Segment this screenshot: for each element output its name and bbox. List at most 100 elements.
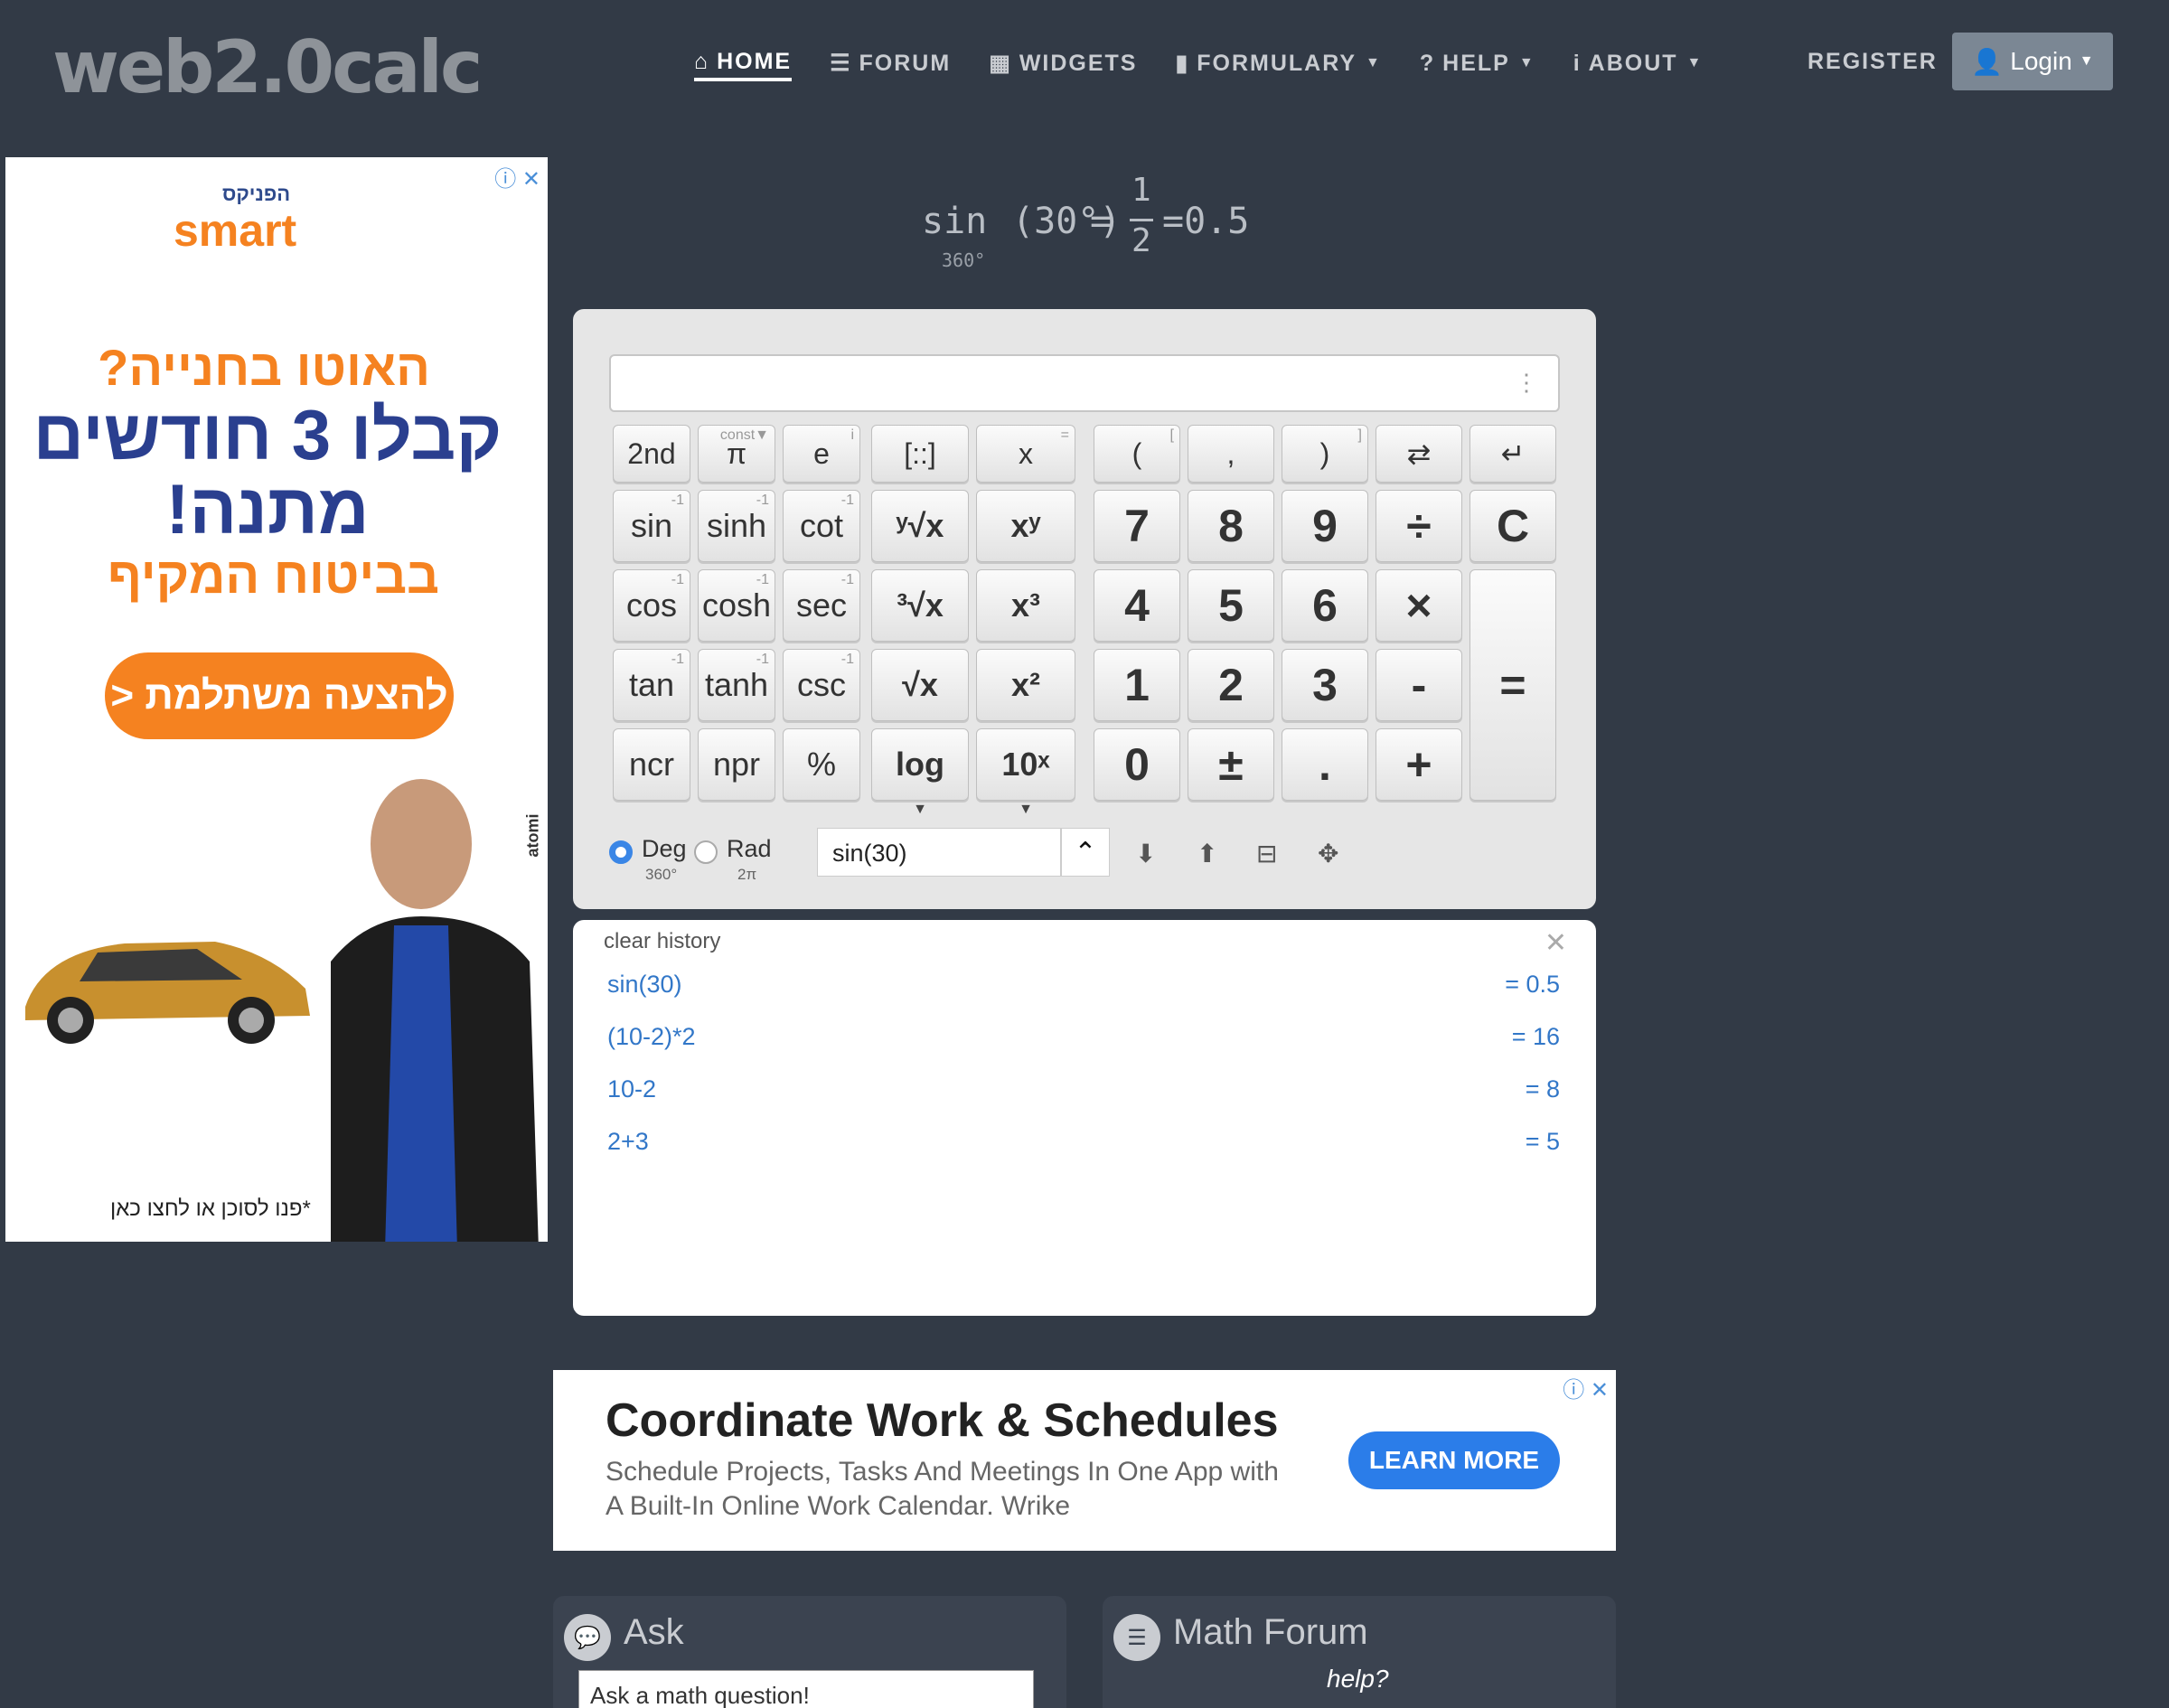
history-expression[interactable]: 10-2 (607, 1075, 656, 1103)
ad-close-icon[interactable]: ⓘ ✕ (1563, 1372, 1609, 1403)
ad-headline-1: האוטו בחנייה? (98, 339, 430, 396)
key-1[interactable]: 1 (1094, 649, 1180, 721)
history-expression[interactable]: 2+3 (607, 1128, 649, 1156)
key-label: log (896, 746, 944, 783)
clear-history-link[interactable]: clear history (604, 929, 720, 954)
key-sin[interactable]: -1 sin (613, 490, 690, 562)
arrow-up-icon[interactable]: ⬆ (1197, 839, 1217, 868)
history-value[interactable]: = 8 (1526, 1075, 1560, 1103)
key-equals[interactable]: = (1469, 569, 1556, 801)
key-ten-power[interactable]: 10ˣ ▼ (976, 728, 1075, 817)
key-npr[interactable]: npr (698, 728, 775, 801)
key-tag: = (1060, 427, 1069, 443)
key-sqrt[interactable]: √x (871, 649, 969, 721)
history-row[interactable]: 2+3 = 5 (607, 1128, 1560, 1164)
ad-close-icon[interactable]: ⓘ ✕ (494, 161, 540, 192)
nav-formulary[interactable]: ▮ FORMULARY ▼ (1175, 45, 1381, 81)
bottom-advertisement[interactable]: ⓘ ✕ Coordinate Work & Schedules Schedule… (553, 1370, 1616, 1551)
key-square[interactable]: x² (976, 649, 1075, 721)
key-ncr[interactable]: ncr (613, 728, 690, 801)
site-logo[interactable]: web2.0calc (52, 25, 483, 109)
key-clear[interactable]: C (1469, 490, 1556, 562)
key-pi[interactable]: const▼ π (698, 425, 775, 483)
key-5[interactable]: 5 (1188, 569, 1274, 642)
close-icon[interactable]: ✕ (1545, 927, 1567, 959)
calculator-input[interactable]: ⋮ (609, 354, 1560, 412)
key-matrix[interactable]: [::] (871, 425, 969, 483)
nav-help[interactable]: ? HELP ▼ (1420, 45, 1535, 81)
register-link[interactable]: REGISTER (1808, 49, 1938, 75)
key-log[interactable]: log ▼ (871, 728, 969, 817)
key-comma[interactable]: , (1188, 425, 1274, 483)
key-decimal[interactable]: . (1282, 728, 1368, 801)
key-divide[interactable]: ÷ (1376, 490, 1462, 562)
key-subtract[interactable]: - (1376, 649, 1462, 721)
forum-help-link[interactable]: help? (1327, 1665, 1389, 1694)
key-sec[interactable]: -1 sec (783, 569, 860, 642)
key-x[interactable]: = x (976, 425, 1075, 483)
key-sinh[interactable]: -1 sinh (698, 490, 775, 562)
key-label: sin (630, 507, 673, 544)
key-backspace[interactable]: ↵ (1469, 425, 1556, 483)
more-options-icon[interactable]: ⋮ (1515, 369, 1538, 397)
history-value[interactable]: = 0.5 (1505, 971, 1560, 999)
list-icon: ☰ (830, 51, 852, 76)
copy-icon[interactable]: ⊟ (1256, 839, 1277, 868)
key-swap[interactable]: ⇄ (1376, 425, 1462, 483)
login-button[interactable]: 👤 Login ▼ (1952, 33, 2113, 90)
history-row[interactable]: 10-2 = 8 (607, 1075, 1560, 1112)
key-add[interactable]: + (1376, 728, 1462, 801)
key-power[interactable]: xʸ (976, 490, 1075, 562)
history-input[interactable]: sin(30) (817, 828, 1061, 877)
key-cot[interactable]: -1 cot (783, 490, 860, 562)
nav-about[interactable]: i ABOUT ▼ (1573, 45, 1704, 81)
nav-forum[interactable]: ☰ FORUM (830, 45, 951, 81)
move-icon[interactable]: ✥ (1318, 839, 1338, 868)
key-4[interactable]: 4 (1094, 569, 1180, 642)
key-e[interactable]: ie (783, 425, 860, 483)
key-2[interactable]: 2 (1188, 649, 1274, 721)
key-6[interactable]: 6 (1282, 569, 1368, 642)
key-nth-root[interactable]: ʸ√x (871, 490, 969, 562)
key-cosh[interactable]: -1 cosh (698, 569, 775, 642)
user-icon: 👤 (1971, 47, 2004, 76)
history-row[interactable]: sin(30) = 0.5 (607, 971, 1560, 1007)
key-percent[interactable]: % (783, 728, 860, 801)
key-cube[interactable]: x³ (976, 569, 1075, 642)
arrow-down-icon[interactable]: ⬇ (1135, 839, 1156, 868)
left-advertisement[interactable]: ⓘ ✕ הפניקס smart האוטו בחנייה? קבלו 3 חו… (5, 157, 548, 1242)
key-9[interactable]: 9 (1282, 490, 1368, 562)
history-value[interactable]: = 5 (1526, 1128, 1560, 1156)
key-label: 0 (1124, 739, 1150, 790)
chevron-up-icon[interactable]: ⌃ (1061, 828, 1110, 877)
deg-radio[interactable] (609, 840, 633, 864)
history-expression[interactable]: (10-2)*2 (607, 1023, 696, 1051)
history-expression[interactable]: sin(30) (607, 971, 682, 999)
key-open-paren[interactable]: [( (1094, 425, 1180, 483)
key-7[interactable]: 7 (1094, 490, 1180, 562)
key-2nd[interactable]: 2nd (613, 425, 690, 483)
ad-cta-button[interactable]: להצעה משתלמת < (105, 652, 454, 739)
key-cube-root[interactable]: ³√x (871, 569, 969, 642)
nav-help-label: HELP (1442, 50, 1510, 76)
learn-more-button[interactable]: LEARN MORE (1348, 1431, 1560, 1489)
history-value[interactable]: = 16 (1512, 1023, 1560, 1051)
key-tanh[interactable]: -1 tanh (698, 649, 775, 721)
rad-radio[interactable] (694, 840, 718, 864)
key-8[interactable]: 8 (1188, 490, 1274, 562)
key-tan[interactable]: -1 tan (613, 649, 690, 721)
nav-home[interactable]: ⌂ HOME (694, 45, 793, 81)
key-3[interactable]: 3 (1282, 649, 1368, 721)
ad-brand-small: הפניקס (222, 183, 291, 205)
history-row[interactable]: (10-2)*2 = 16 (607, 1023, 1560, 1059)
key-close-paren[interactable]: ]) (1282, 425, 1368, 483)
key-plus-minus[interactable]: ± (1188, 728, 1274, 801)
key-multiply[interactable]: × (1376, 569, 1462, 642)
ask-input[interactable]: Ask a math question! (578, 1670, 1034, 1708)
key-csc[interactable]: -1 csc (783, 649, 860, 721)
key-label: 9 (1312, 501, 1338, 551)
key-0[interactable]: 0 (1094, 728, 1180, 801)
key-label: npr (712, 746, 761, 783)
key-cos[interactable]: -1 cos (613, 569, 690, 642)
nav-widgets[interactable]: ▦ WIDGETS (989, 45, 1137, 81)
